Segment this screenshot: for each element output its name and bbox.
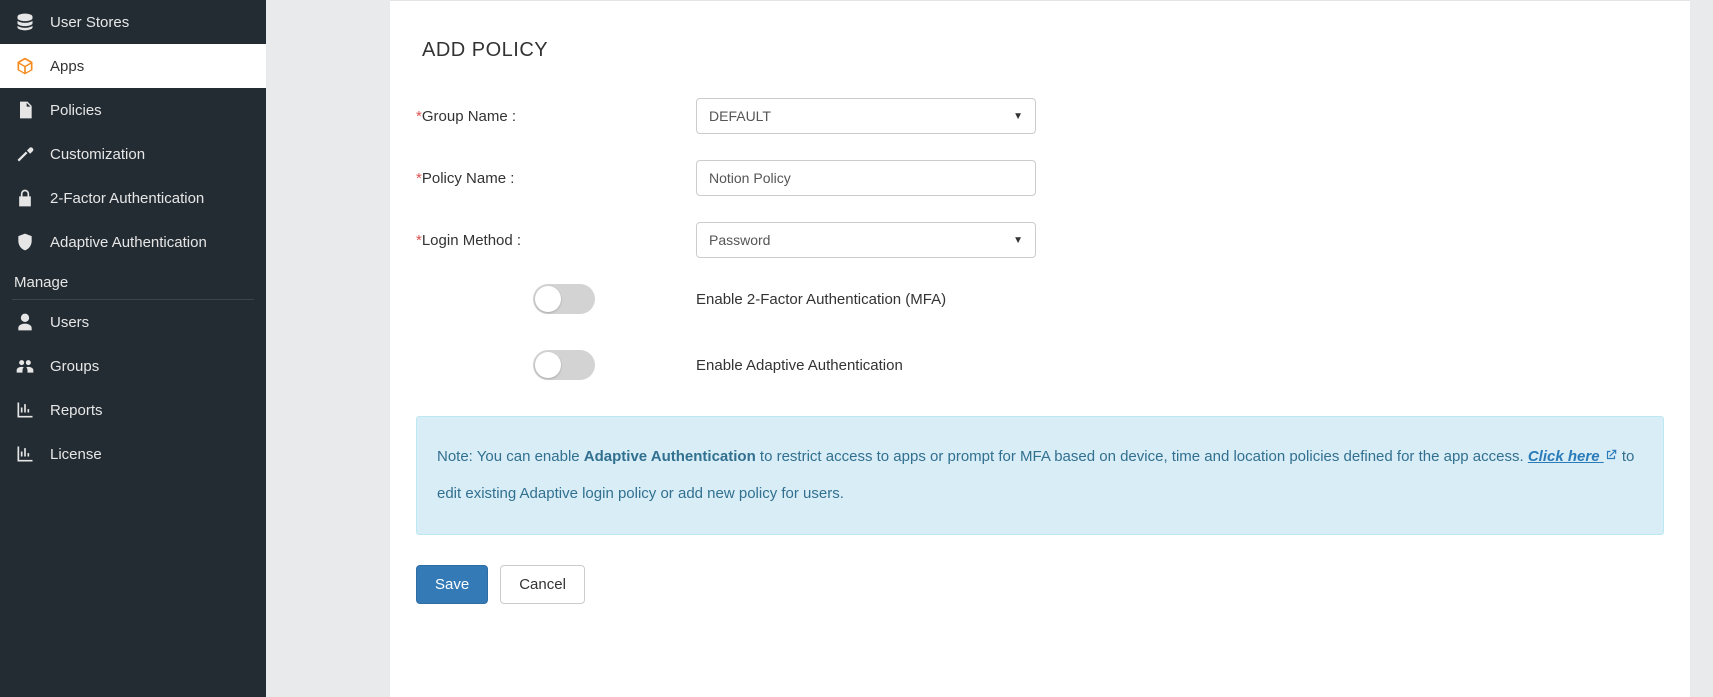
save-button[interactable]: Save xyxy=(416,565,488,604)
sidebar-item-label: Groups xyxy=(50,358,99,375)
sidebar-item-label: Customization xyxy=(50,146,145,163)
row-policy-name: *Policy Name : xyxy=(416,160,1664,196)
add-policy-panel: ADD POLICY *Group Name : DEFAULT ▼ *Poli… xyxy=(390,0,1690,697)
sidebar-item-label: User Stores xyxy=(50,14,129,31)
sidebar-item-adaptive-auth[interactable]: Adaptive Authentication xyxy=(0,220,266,264)
sidebar-item-label: Reports xyxy=(50,402,103,419)
label-login-method: *Login Method : xyxy=(416,232,696,249)
note-click-here-link[interactable]: Click here xyxy=(1528,448,1618,465)
toggle-adaptive[interactable] xyxy=(533,350,595,380)
row-group-name: *Group Name : DEFAULT ▼ xyxy=(416,98,1664,134)
shield-icon xyxy=(14,232,36,252)
cube-icon xyxy=(14,56,36,76)
label-group-name: *Group Name : xyxy=(416,108,696,125)
row-login-method: *Login Method : Password ▼ xyxy=(416,222,1664,258)
sidebar-item-label: License xyxy=(50,446,102,463)
row-mfa-toggle: Enable 2-Factor Authentication (MFA) xyxy=(416,284,1664,314)
select-value: Password xyxy=(709,232,770,248)
wrench-icon xyxy=(14,144,36,164)
row-adaptive-toggle: Enable Adaptive Authentication xyxy=(416,350,1664,380)
content-area: ADD POLICY *Group Name : DEFAULT ▼ *Poli… xyxy=(266,0,1713,697)
note-box: Note: You can enable Adaptive Authentica… xyxy=(416,416,1664,535)
toggle-knob xyxy=(535,286,561,312)
sidebar-item-groups[interactable]: Groups xyxy=(0,344,266,388)
user-icon xyxy=(14,312,36,332)
caret-down-icon: ▼ xyxy=(1013,111,1023,122)
sidebar-item-apps[interactable]: Apps xyxy=(0,44,266,88)
users-icon xyxy=(14,356,36,376)
toggle-mfa[interactable] xyxy=(533,284,595,314)
note-mid: to restrict access to apps or prompt for… xyxy=(756,448,1528,465)
label-mfa-toggle: Enable 2-Factor Authentication (MFA) xyxy=(696,291,946,308)
sidebar-item-customization[interactable]: Customization xyxy=(0,132,266,176)
sidebar-section-manage: Manage xyxy=(0,264,266,295)
input-policy-name[interactable] xyxy=(696,160,1036,196)
lock-icon xyxy=(14,188,36,208)
sidebar-item-label: Adaptive Authentication xyxy=(50,234,207,251)
sidebar-item-user-stores[interactable]: User Stores xyxy=(0,0,266,44)
select-value: DEFAULT xyxy=(709,108,771,124)
toggle-knob xyxy=(535,352,561,378)
label-policy-name: *Policy Name : xyxy=(416,170,696,187)
document-icon xyxy=(14,100,36,120)
page-title: ADD POLICY xyxy=(422,39,1664,62)
button-row: Save Cancel xyxy=(416,565,1664,604)
database-icon xyxy=(14,12,36,32)
chart-icon xyxy=(14,400,36,420)
sidebar-item-license[interactable]: License xyxy=(0,432,266,476)
sidebar: User Stores Apps Policies Customization … xyxy=(0,0,266,697)
sidebar-item-policies[interactable]: Policies xyxy=(0,88,266,132)
sidebar-item-users[interactable]: Users xyxy=(0,300,266,344)
label-adaptive-toggle: Enable Adaptive Authentication xyxy=(696,357,903,374)
cancel-button[interactable]: Cancel xyxy=(500,565,585,604)
external-link-icon xyxy=(1604,440,1618,476)
sidebar-item-label: Users xyxy=(50,314,89,331)
sidebar-item-reports[interactable]: Reports xyxy=(0,388,266,432)
sidebar-item-label: Apps xyxy=(50,58,84,75)
note-bold: Adaptive Authentication xyxy=(584,448,756,465)
note-prefix: Note: You can enable xyxy=(437,448,584,465)
select-group-name[interactable]: DEFAULT ▼ xyxy=(696,98,1036,134)
sidebar-item-label: 2-Factor Authentication xyxy=(50,190,204,207)
caret-down-icon: ▼ xyxy=(1013,235,1023,246)
select-login-method[interactable]: Password ▼ xyxy=(696,222,1036,258)
sidebar-item-label: Policies xyxy=(50,102,102,119)
sidebar-item-2fa[interactable]: 2-Factor Authentication xyxy=(0,176,266,220)
chart-icon xyxy=(14,444,36,464)
